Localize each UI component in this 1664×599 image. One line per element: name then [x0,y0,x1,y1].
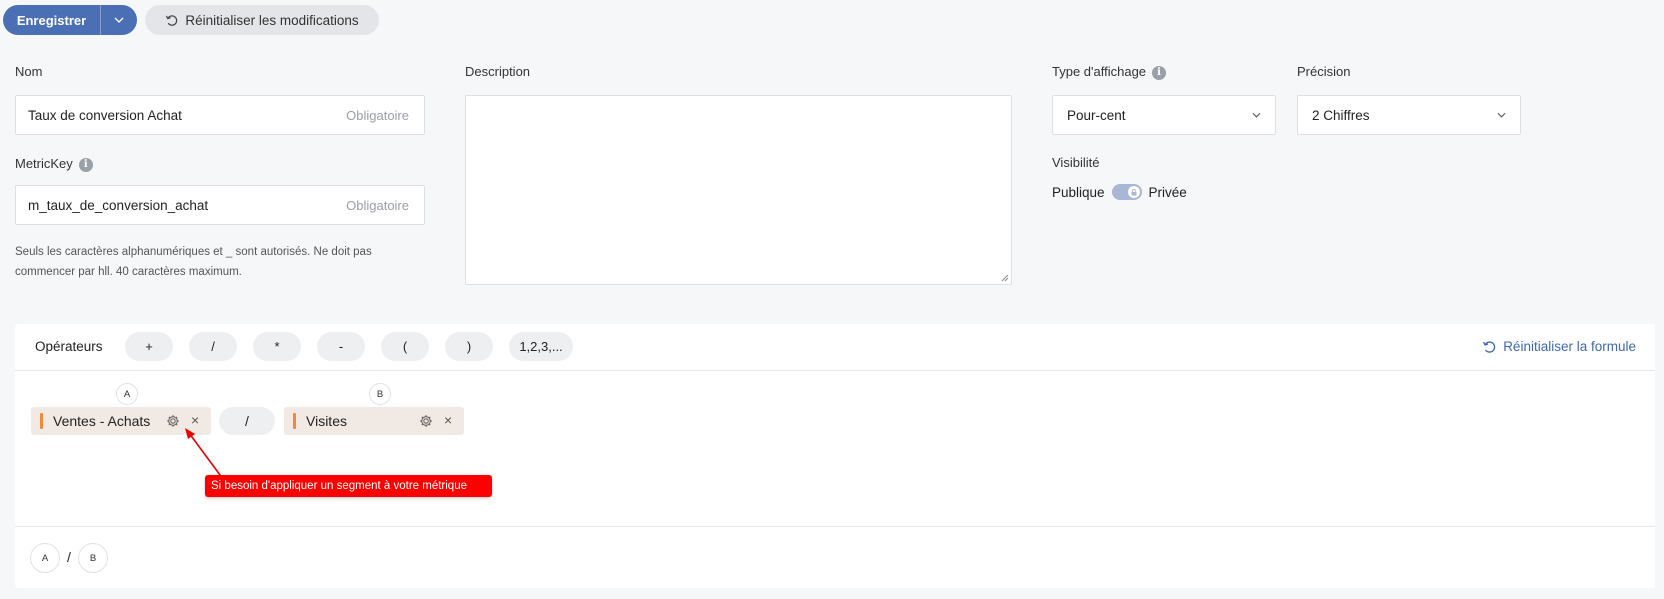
close-icon[interactable]: × [444,412,452,428]
operator-divide-button[interactable]: / [189,332,237,361]
metrickey-value: m_taux_de_conversion_achat [28,197,209,213]
reset-formula-button[interactable]: Réinitialiser la formule [1482,339,1636,354]
lock-icon [1127,186,1140,198]
name-required-hint: Obligatoire [346,107,409,123]
visibility-label: Visibilité [1052,155,1100,170]
description-label: Description [465,64,531,79]
metrickey-help-line: commencer par hll. 40 caractères maximum… [15,266,242,278]
display-type-label-row: Type d'affichage i [1052,64,1167,80]
metric-a-name: Ventes - Achats [53,413,151,429]
metrickey-help-text: Seuls les caractères alphanumériques et … [15,242,372,282]
metrickey-field[interactable]: m_taux_de_conversion_achat Obligatoire [15,185,425,225]
visibility-public-label: Publique [1052,184,1105,200]
name-value: Taux de conversion Achat [28,107,182,123]
precision-label: Précision [1297,64,1351,79]
save-button-group: Enregistrer [3,5,137,35]
segment-tooltip: Si besoin d'appliquer un segment à votre… [205,475,492,497]
name-label: Nom [15,64,43,79]
visibility-private-label: Privée [1148,184,1187,200]
operator-minus-button[interactable]: - [317,332,365,361]
summary-badge-b: B [78,543,108,573]
chevron-down-icon [1497,112,1506,118]
display-type-select[interactable]: Pour-cent [1052,95,1276,135]
metric-b-badge: B [369,383,391,405]
operator-plus-button[interactable]: + [125,332,173,361]
operators-label: Opérateurs [35,339,103,354]
undo-icon [1483,340,1496,353]
precision-select[interactable]: 2 Chiffres [1297,95,1521,135]
chevron-down-icon [1252,112,1261,118]
reset-formula-label: Réinitialiser la formule [1503,339,1636,354]
visibility-toggle[interactable] [1111,184,1142,200]
summary-operator: / [67,549,71,565]
reset-changes-button[interactable]: Réinitialiser les modifications [145,5,379,35]
description-textarea[interactable] [465,95,1012,285]
operator-close-paren-button[interactable]: ) [445,332,493,361]
metric-a-badge: A [116,383,138,405]
metric-chip-b[interactable]: Visites × [284,407,464,435]
info-icon[interactable]: i [1152,65,1167,80]
undo-icon [166,14,178,26]
metrickey-required-hint: Obligatoire [346,197,409,213]
metric-accent-bar [40,413,43,429]
visibility-toggle-row: Publique Privée [1052,184,1187,200]
formula-panel: Opérateurs + / * - ( ) 1,2,3,... Réiniti… [15,324,1655,588]
reset-changes-label: Réinitialiser les modifications [185,12,359,28]
operator-open-paren-button[interactable]: ( [381,332,429,361]
operator-multiply-button[interactable]: * [253,332,301,361]
chevron-down-icon [114,17,124,23]
info-icon[interactable]: i [78,157,93,172]
metrickey-help-line: Seuls les caractères alphanumériques et … [15,246,372,258]
save-options-dropdown[interactable] [101,5,137,35]
name-field[interactable]: Taux de conversion Achat Obligatoire [15,95,425,135]
operators-bar: Opérateurs + / * - ( ) 1,2,3,... Réiniti… [15,324,1655,371]
metric-b-name: Visites [306,413,347,429]
metrickey-label: MetricKey [15,156,73,171]
resize-handle-icon[interactable] [1001,274,1009,282]
metric-accent-bar [293,413,296,429]
save-button[interactable]: Enregistrer [3,5,101,35]
metrickey-label-row: MetricKey i [15,156,93,172]
display-type-label: Type d'affichage [1052,64,1147,79]
summary-badge-a: A [30,543,60,573]
operator-number-button[interactable]: 1,2,3,... [509,332,573,361]
gear-icon[interactable] [419,414,433,428]
formula-summary: A / B [15,526,1655,588]
precision-value: 2 Chiffres [1312,107,1370,123]
display-type-value: Pour-cent [1067,107,1126,123]
